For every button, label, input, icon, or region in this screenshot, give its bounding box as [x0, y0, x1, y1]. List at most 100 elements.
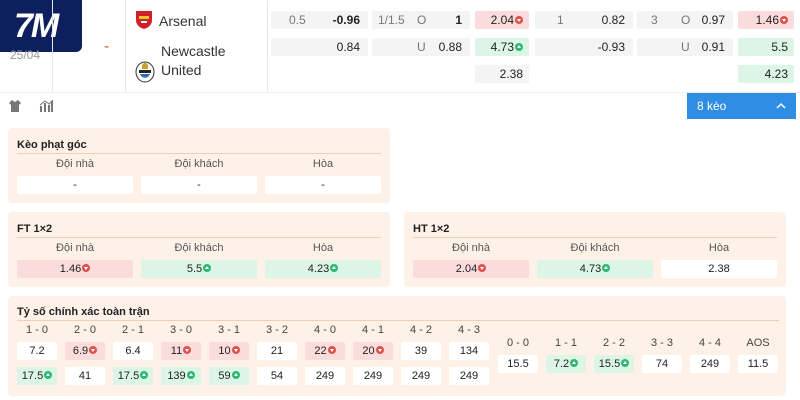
- score-odds[interactable]: 15.5: [594, 355, 634, 373]
- score-odds[interactable]: 17.5: [17, 367, 57, 385]
- score-odds[interactable]: 11: [161, 342, 201, 360]
- score-header: 2 - 0: [73, 324, 96, 336]
- ft-1x2-away[interactable]: 4.73: [475, 38, 529, 56]
- ft-away-odds[interactable]: 5.5: [141, 260, 257, 278]
- odds-value: 5.5: [771, 40, 788, 54]
- ht-away-odds[interactable]: 4.73: [537, 260, 653, 278]
- score-odds[interactable]: 74: [642, 355, 682, 373]
- score-odds[interactable]: 10: [209, 342, 249, 360]
- odds-down-icon: [780, 16, 788, 24]
- score-odds[interactable]: 139: [161, 367, 201, 385]
- correct-score-panel: Tỷ số chính xác toàn trận 1 - 0 2 - 0 2 …: [8, 296, 786, 396]
- col-header-draw: Hòa: [708, 242, 730, 254]
- ft-under[interactable]: U 0.88: [372, 38, 470, 56]
- h1-handicap-home[interactable]: 1 0.82: [535, 11, 633, 29]
- score-odds[interactable]: 6.9: [65, 342, 105, 360]
- match-score: -: [104, 38, 110, 55]
- ft-home-odds[interactable]: 1.46: [17, 260, 133, 278]
- ou-line: 3: [651, 13, 658, 27]
- corner-away-odds[interactable]: -: [141, 176, 257, 194]
- score-odds[interactable]: 17.5: [113, 367, 153, 385]
- score-odds[interactable]: 249: [353, 367, 393, 385]
- ft-1x2-home[interactable]: 2.04: [475, 11, 529, 29]
- odds-up-icon: [231, 371, 240, 379]
- over-odds: 0.97: [701, 13, 725, 27]
- jersey-icon[interactable]: [7, 99, 23, 115]
- bar-chart-icon[interactable]: [38, 99, 54, 115]
- score-odds[interactable]: 134: [449, 342, 489, 360]
- score-odds[interactable]: 249: [305, 367, 345, 385]
- panel-title: HT 1×2: [413, 223, 450, 235]
- divider: [267, 0, 268, 92]
- under-odds: 0.88: [438, 40, 462, 54]
- score-odds[interactable]: 21: [257, 342, 297, 360]
- handicap-odds: 0.84: [336, 40, 360, 54]
- h1-handicap-away[interactable]: -0.93: [535, 38, 633, 56]
- bet-count-toggle[interactable]: 8 kèo: [687, 93, 796, 119]
- corner-draw-odds[interactable]: -: [265, 176, 381, 194]
- ft-handicap-home[interactable]: 0.5 -0.96: [271, 11, 368, 29]
- away-team[interactable]: Newcastle United: [135, 42, 226, 88]
- odds-value: 4.23: [307, 263, 330, 275]
- score-odds[interactable]: 54: [257, 367, 297, 385]
- score-header: 4 - 2: [409, 324, 432, 336]
- ft-1x2-panel: FT 1×2 Đội nhà Đội khách Hòa 1.46 5.5 4.…: [8, 212, 390, 287]
- odds-value: 15.5: [507, 358, 529, 370]
- score-odds[interactable]: 6.4: [113, 342, 153, 360]
- h1-under[interactable]: U 0.91: [637, 38, 733, 56]
- score-odds[interactable]: 249: [690, 355, 730, 373]
- score-header: 2 - 1: [121, 324, 144, 336]
- col-header-home: Đội nhà: [56, 158, 94, 170]
- odds-value: 249: [363, 370, 383, 382]
- odds-value: 134: [459, 345, 479, 357]
- odds-up-icon: [186, 371, 195, 379]
- arsenal-crest-icon: [135, 10, 153, 35]
- home-team[interactable]: Arsenal: [135, 10, 206, 35]
- score-odds[interactable]: 20: [353, 342, 393, 360]
- odds-up-icon: [203, 264, 212, 272]
- h1-over[interactable]: 3 O 0.97: [637, 11, 733, 29]
- score-odds[interactable]: 249: [401, 367, 441, 385]
- score-odds[interactable]: 15.5: [498, 355, 538, 373]
- score-odds[interactable]: 41: [65, 367, 105, 385]
- h1-1x2-draw[interactable]: 4.23: [738, 65, 794, 83]
- score-odds[interactable]: 22: [305, 342, 345, 360]
- corner-home-odds[interactable]: -: [17, 176, 133, 194]
- under-label: U: [681, 40, 690, 54]
- score-header: 3 - 1: [217, 324, 240, 336]
- ht-draw-odds[interactable]: 2.38: [661, 260, 777, 278]
- odds-value: 249: [411, 370, 431, 382]
- ft-over[interactable]: 1/1.5 O 1: [372, 11, 470, 29]
- score-odds[interactable]: 11.5: [738, 355, 778, 373]
- h1-1x2-home[interactable]: 1.46: [738, 11, 794, 29]
- odds-value: 2.38: [499, 67, 523, 81]
- score-odds[interactable]: 7.2: [17, 342, 57, 360]
- ht-home-odds[interactable]: 2.04: [413, 260, 529, 278]
- divider: [413, 237, 777, 238]
- odds-value: 6.4: [125, 345, 141, 357]
- under-odds: 0.91: [701, 40, 725, 54]
- h1-1x2-away[interactable]: 5.5: [738, 38, 794, 56]
- odds-up-icon: [140, 371, 149, 379]
- score-odds[interactable]: 249: [449, 367, 489, 385]
- ft-handicap-away[interactable]: 0.84: [271, 38, 368, 56]
- site-logo[interactable]: 7M: [0, 0, 82, 52]
- odds-value: 17.5: [21, 370, 44, 382]
- odds-value: 74: [655, 358, 669, 370]
- handicap-line: 0.5: [289, 13, 306, 27]
- odds-value: 1.46: [59, 263, 82, 275]
- odds-value: 15.5: [598, 358, 621, 370]
- score-header: 4 - 0: [313, 324, 336, 336]
- ft-1x2-draw[interactable]: 2.38: [475, 65, 529, 83]
- odds-value: 1.46: [755, 13, 779, 27]
- score-odds[interactable]: 39: [401, 342, 441, 360]
- score-odds[interactable]: 59: [209, 367, 249, 385]
- score-odds[interactable]: 7.2: [546, 355, 586, 373]
- score-header: 4 - 1: [361, 324, 384, 336]
- chevron-up-icon: [776, 93, 786, 128]
- odds-down-icon: [89, 346, 98, 354]
- ft-draw-odds[interactable]: 4.23: [265, 260, 381, 278]
- odds-value: 249: [315, 370, 335, 382]
- handicap-odds: -0.96: [332, 13, 360, 27]
- odds-value: 249: [700, 358, 720, 370]
